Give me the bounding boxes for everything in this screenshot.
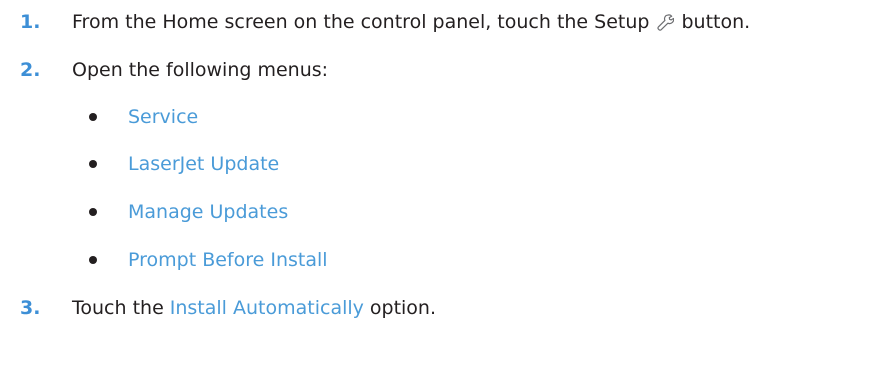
step-1-text-after: button. [681, 11, 751, 33]
step-text: Open the following menus: [72, 59, 329, 81]
step-text: From the Home screen on the control pane… [72, 11, 750, 33]
wrench-icon [657, 14, 675, 31]
menu-link: LaserJet Update [128, 153, 280, 175]
step-number: 2. [20, 59, 41, 81]
step-3-text-after: option. [369, 297, 437, 319]
bullet-icon [89, 160, 97, 168]
bullet-icon [89, 256, 97, 264]
step-text: Touch the Install Automatically option. [72, 297, 436, 319]
step-number: 1. [20, 11, 41, 33]
bullet-icon [89, 208, 97, 216]
step-number: 3. [20, 297, 41, 319]
menu-link: Service [128, 106, 199, 128]
step-1-text-before: From the Home screen on the control pane… [72, 11, 650, 33]
menu-link: Manage Updates [128, 201, 289, 223]
bullet-icon [89, 113, 97, 121]
step-3-text-before: Touch the [72, 297, 164, 319]
install-automatically-link: Install Automatically [169, 297, 364, 319]
instruction-list: 1. From the Home screen on the control p… [0, 0, 879, 392]
menu-link: Prompt Before Install [128, 249, 328, 271]
